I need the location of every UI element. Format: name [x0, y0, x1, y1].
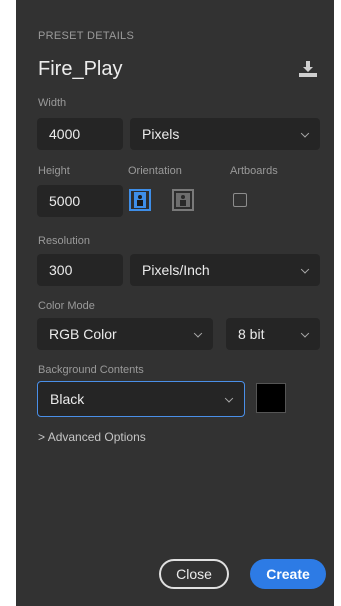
background-contents-value: Black [50, 391, 85, 407]
chevron-right-icon: > [38, 430, 46, 444]
orientation-portrait-button[interactable] [129, 189, 151, 211]
background-contents-select[interactable]: Black [37, 381, 245, 417]
width-label: Width [38, 97, 67, 109]
height-input[interactable]: 5000 [37, 185, 123, 217]
orientation-landscape-button[interactable] [172, 189, 194, 211]
resolution-value: 300 [49, 262, 73, 278]
save-preset-icon[interactable] [297, 60, 319, 78]
orientation-label: Orientation [128, 165, 182, 177]
landscape-icon [176, 193, 190, 207]
download-save-icon [299, 61, 317, 77]
resolution-unit-select[interactable]: Pixels/Inch [130, 254, 320, 286]
bit-depth-select[interactable]: 8 bit [226, 318, 320, 350]
chevron-down-icon [300, 329, 310, 338]
advanced-options-toggle[interactable]: > Advanced Options [38, 430, 146, 444]
height-label: Height [38, 165, 70, 177]
close-button[interactable]: Close [159, 559, 229, 589]
portrait-icon [134, 192, 146, 208]
resolution-input[interactable]: 300 [37, 254, 123, 286]
chevron-down-icon [300, 129, 310, 138]
width-unit-select[interactable]: Pixels [130, 118, 320, 150]
advanced-options-label: Advanced Options [47, 430, 146, 444]
background-color-swatch[interactable] [256, 383, 286, 413]
create-button[interactable]: Create [250, 559, 326, 589]
preset-name[interactable]: Fire_Play [38, 58, 122, 81]
height-value: 5000 [49, 193, 81, 209]
width-input[interactable]: 4000 [37, 118, 123, 150]
color-mode-label: Color Mode [38, 300, 95, 312]
resolution-label: Resolution [38, 235, 90, 247]
preset-details-panel: PRESET DETAILS Fire_Play Width 4000 Pixe… [16, 0, 334, 606]
resolution-unit-value: Pixels/Inch [142, 262, 210, 278]
background-contents-label: Background Contents [38, 364, 144, 376]
chevron-down-icon [300, 265, 310, 274]
chevron-down-icon [193, 329, 203, 338]
width-unit-value: Pixels [142, 126, 180, 142]
section-title: PRESET DETAILS [38, 30, 135, 42]
bit-depth-value: 8 bit [238, 326, 265, 342]
color-mode-value: RGB Color [49, 326, 117, 342]
chevron-down-icon [224, 394, 234, 403]
width-value: 4000 [49, 126, 81, 142]
artboards-checkbox[interactable] [233, 193, 247, 207]
artboards-label: Artboards [230, 165, 278, 177]
color-mode-select[interactable]: RGB Color [37, 318, 213, 350]
